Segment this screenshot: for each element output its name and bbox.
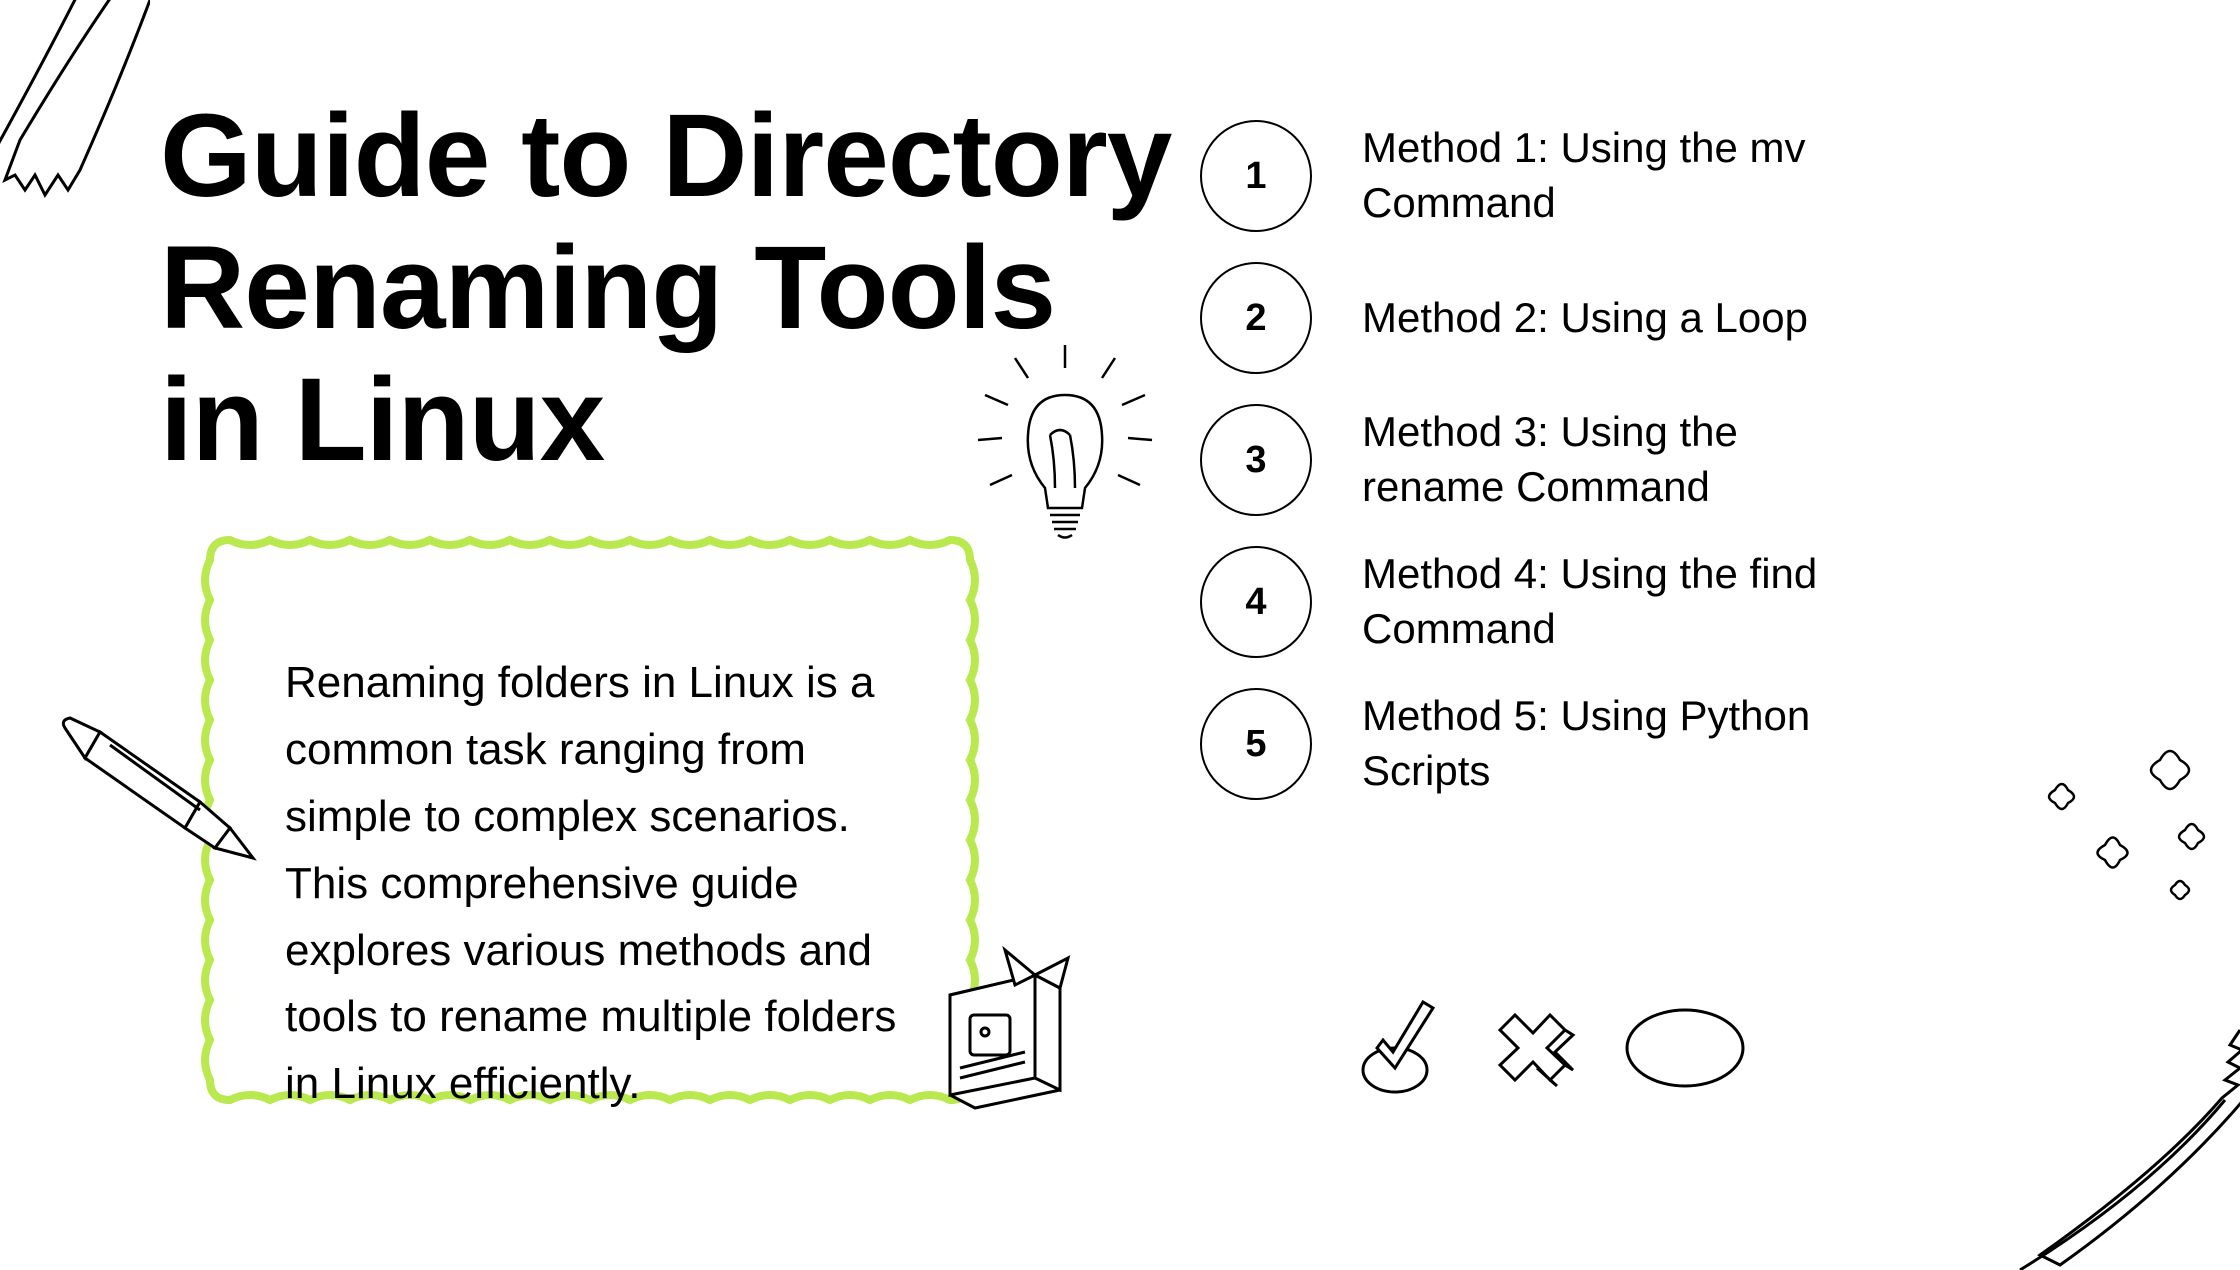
method-item-3: 3 Method 3: Using the rename Command [1200,404,1842,516]
ribbon-decoration-bottom [1980,1020,2240,1270]
description-box: Renaming folders in Linux is a common ta… [195,560,975,1140]
method-item-2: 2 Method 2: Using a Loop [1200,262,1842,374]
method-number-circle: 5 [1200,688,1312,800]
sparkles-icon [2010,740,2210,920]
method-number-circle: 1 [1200,120,1312,232]
cross-icon [1485,1000,1580,1095]
book-icon [920,940,1095,1115]
method-item-1: 1 Method 1: Using the mv Command [1200,120,1842,232]
method-label: Method 5: Using Python Scripts [1362,689,1842,798]
method-label: Method 3: Using the rename Command [1362,405,1842,514]
method-label: Method 1: Using the mv Command [1362,121,1842,230]
checkmark-icon [1355,1000,1445,1095]
ribbon-decoration-top [0,0,150,210]
pen-icon [55,710,265,870]
method-number-circle: 3 [1200,404,1312,516]
oval-icon [1620,1003,1750,1093]
method-label: Method 4: Using the find Command [1362,547,1842,656]
lightbulb-icon [970,340,1160,550]
method-number-circle: 4 [1200,546,1312,658]
method-number-circle: 2 [1200,262,1312,374]
method-item-5: 5 Method 5: Using Python Scripts [1200,688,1842,800]
methods-list: 1 Method 1: Using the mv Command 2 Metho… [1200,120,1842,800]
bottom-icons-row [1355,1000,1750,1095]
method-label: Method 2: Using a Loop [1362,291,1808,346]
method-item-4: 4 Method 4: Using the find Command [1200,546,1842,658]
description-text: Renaming folders in Linux is a common ta… [285,650,905,1118]
